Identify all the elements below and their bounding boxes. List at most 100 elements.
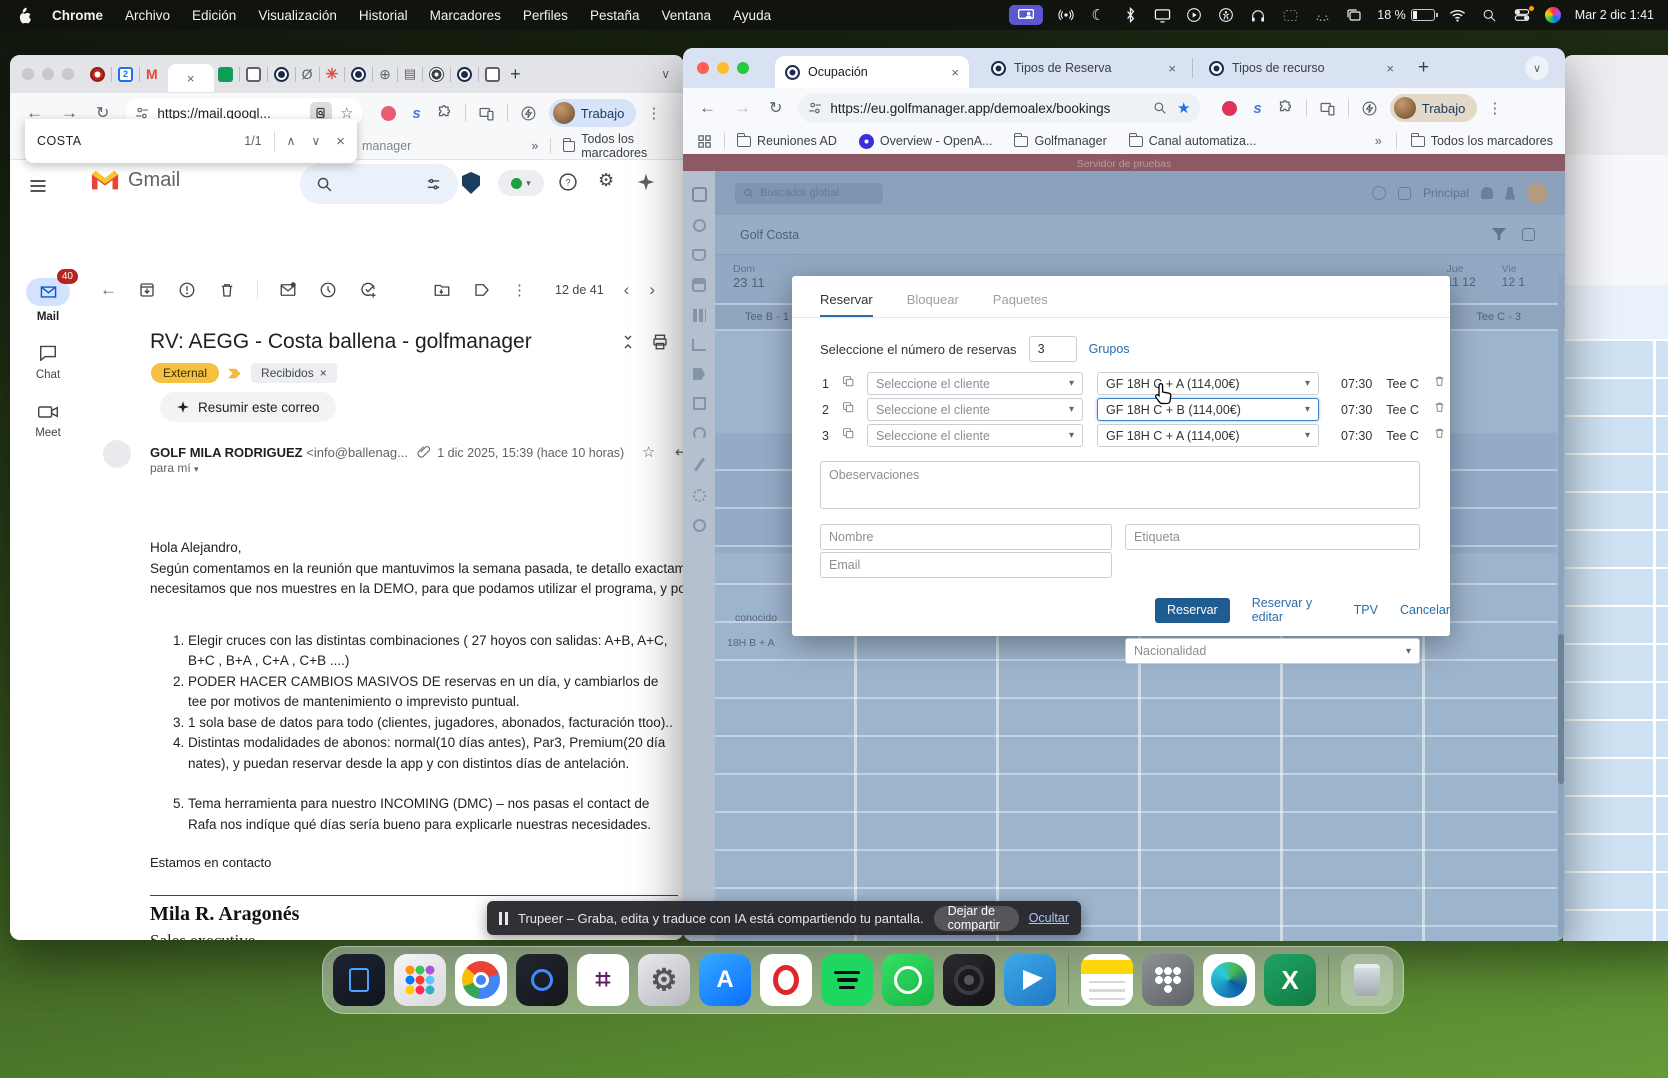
bookmark-item[interactable]: Reuniones AD bbox=[757, 134, 837, 148]
sender-avatar[interactable] bbox=[103, 440, 131, 468]
dock-recorder-icon[interactable] bbox=[943, 954, 995, 1006]
all-bookmarks[interactable]: Todos los marcadores bbox=[581, 132, 684, 160]
observaciones-textarea[interactable] bbox=[820, 461, 1420, 509]
tab-record-icon[interactable] bbox=[90, 67, 105, 82]
client-select[interactable]: Seleccione el cliente▾ bbox=[867, 398, 1083, 421]
menu-item[interactable]: Ventana bbox=[661, 8, 711, 23]
tab-golfmanager2-icon[interactable] bbox=[351, 67, 366, 82]
delete-row-icon[interactable] bbox=[1433, 400, 1446, 419]
labs-icon[interactable] bbox=[1505, 187, 1515, 200]
modal-tab-paquetes[interactable]: Paquetes bbox=[993, 292, 1048, 317]
page-scrollbar[interactable] bbox=[1558, 274, 1564, 937]
archive-icon[interactable] bbox=[137, 280, 157, 300]
find-input[interactable] bbox=[37, 134, 187, 148]
mail-nav-item[interactable]: 40 Mail bbox=[24, 278, 72, 323]
move-to-icon[interactable] bbox=[432, 280, 452, 300]
extensions-puzzle-icon[interactable] bbox=[1277, 100, 1294, 117]
dock-excel-icon[interactable]: X bbox=[1264, 954, 1316, 1006]
zoom-window-button[interactable] bbox=[62, 68, 74, 80]
meet-nav-item[interactable]: Meet bbox=[24, 405, 72, 439]
spotlight-search-icon[interactable] bbox=[1481, 7, 1499, 23]
dock-edge-icon[interactable] bbox=[1203, 954, 1255, 1006]
filter-icon[interactable] bbox=[1492, 228, 1506, 240]
report-spam-icon[interactable] bbox=[177, 280, 197, 300]
close-tab-icon[interactable]: × bbox=[1168, 61, 1176, 76]
control-center-icon[interactable] bbox=[1513, 7, 1531, 23]
collapse-icon[interactable] bbox=[618, 332, 638, 352]
tab-calendar-icon[interactable]: 2 bbox=[118, 67, 133, 82]
tab-golfmanager-icon[interactable] bbox=[274, 67, 289, 82]
bookmark-item[interactable]: Canal automatiza... bbox=[1149, 134, 1257, 148]
bookmarks-overflow[interactable]: » bbox=[1375, 134, 1382, 148]
count-input[interactable] bbox=[1029, 336, 1077, 362]
delete-icon[interactable] bbox=[217, 280, 237, 300]
dock-opera-icon[interactable] bbox=[760, 954, 812, 1006]
rail-grid-icon[interactable] bbox=[693, 309, 706, 322]
row-tee[interactable]: Tee C bbox=[1386, 377, 1419, 391]
shield-extension-icon[interactable] bbox=[462, 172, 480, 194]
gm-address-bar[interactable]: https://eu.golfmanager.app/demoalex/book… bbox=[798, 93, 1200, 123]
ext-pink-icon[interactable] bbox=[381, 106, 396, 121]
nacionalidad-select[interactable]: Nacionalidad▾ bbox=[1125, 638, 1420, 664]
dock-trash-icon[interactable] bbox=[1341, 954, 1393, 1006]
day-header-left-num[interactable]: 23 11 bbox=[733, 275, 765, 290]
device-toolbar-icon[interactable] bbox=[478, 105, 495, 122]
user-avatar[interactable] bbox=[1527, 183, 1547, 203]
zoom-window-button[interactable] bbox=[737, 62, 749, 74]
day-header-right2-num[interactable]: 12 1 bbox=[1502, 275, 1525, 289]
help-circle-icon[interactable] bbox=[1372, 186, 1386, 200]
wifi-icon[interactable] bbox=[1449, 7, 1467, 23]
site-settings-icon[interactable] bbox=[135, 106, 149, 120]
tab-app2-icon[interactable] bbox=[485, 67, 500, 82]
reload-button[interactable]: ↻ bbox=[769, 98, 782, 118]
gmail-window-controls[interactable] bbox=[22, 68, 74, 80]
gift-icon[interactable] bbox=[1398, 187, 1411, 200]
ext-stripe-icon[interactable]: s bbox=[1253, 100, 1261, 117]
back-button[interactable]: ← bbox=[699, 98, 716, 118]
rate-select[interactable]: GF 18H C + A (114,00€)▾ bbox=[1097, 424, 1319, 447]
row-time[interactable]: 07:30 bbox=[1341, 403, 1372, 417]
find-close-icon[interactable]: × bbox=[336, 133, 345, 150]
remove-label-icon[interactable]: × bbox=[320, 366, 327, 380]
site-settings-icon[interactable] bbox=[808, 101, 822, 115]
dock-notes-icon[interactable] bbox=[1081, 954, 1133, 1006]
details-chevron-icon[interactable]: ▾ bbox=[194, 464, 199, 474]
browser-menu-icon[interactable]: ⋮ bbox=[646, 104, 661, 122]
gm-active-tab[interactable]: Ocupación × bbox=[775, 56, 969, 88]
inbox-label[interactable]: Recibidos × bbox=[251, 363, 337, 383]
sparkle-icon[interactable] bbox=[636, 172, 656, 192]
tab-search-chevron[interactable]: ∨ bbox=[1525, 56, 1549, 80]
dock-whatsapp-icon[interactable] bbox=[882, 954, 934, 1006]
day-header-right[interactable]: Jue bbox=[1447, 263, 1476, 275]
dock-chrome-icon[interactable] bbox=[455, 954, 507, 1006]
print-icon[interactable] bbox=[650, 332, 670, 352]
menu-item[interactable]: Perfiles bbox=[523, 8, 568, 23]
row-time[interactable]: 07:30 bbox=[1341, 429, 1372, 443]
mark-unread-icon[interactable] bbox=[278, 280, 298, 300]
headphones-icon[interactable] bbox=[1249, 7, 1267, 23]
tab-app1-icon[interactable] bbox=[246, 67, 261, 82]
menu-item[interactable]: Pestaña bbox=[590, 8, 640, 23]
newer-email-icon[interactable]: ‹ bbox=[624, 280, 630, 300]
reservar-editar-link[interactable]: Reservar y editar bbox=[1252, 596, 1326, 624]
row-tee[interactable]: Tee C bbox=[1386, 403, 1419, 417]
bookmark-clipped[interactable]: manager bbox=[362, 139, 411, 153]
find-next-icon[interactable]: ∨ bbox=[311, 134, 320, 148]
tab-book-icon[interactable]: ▤ bbox=[404, 66, 416, 82]
rail-settings-icon[interactable] bbox=[693, 489, 706, 502]
pause-icon[interactable] bbox=[499, 912, 508, 925]
tee-column-header-right[interactable]: Tee C - 3 bbox=[1476, 311, 1521, 323]
search-filter-icon[interactable] bbox=[425, 176, 442, 193]
profile-chip[interactable]: Trabajo bbox=[549, 99, 637, 127]
dock-books-app-icon[interactable] bbox=[333, 954, 385, 1006]
ext-pink-icon[interactable] bbox=[1222, 101, 1237, 116]
apps-grid-icon[interactable] bbox=[697, 134, 712, 149]
add-to-tasks-icon[interactable] bbox=[358, 280, 378, 300]
site-selector[interactable]: Principal bbox=[1423, 186, 1469, 200]
menu-item[interactable]: Marcadores bbox=[430, 8, 501, 23]
menu-app-name[interactable]: Chrome bbox=[52, 8, 103, 23]
window-dim-icon[interactable] bbox=[1281, 7, 1299, 23]
dock-launchpad-icon[interactable] bbox=[394, 954, 446, 1006]
row-time[interactable]: 07:30 bbox=[1341, 377, 1372, 391]
stage-manager-icon[interactable] bbox=[1313, 7, 1331, 23]
